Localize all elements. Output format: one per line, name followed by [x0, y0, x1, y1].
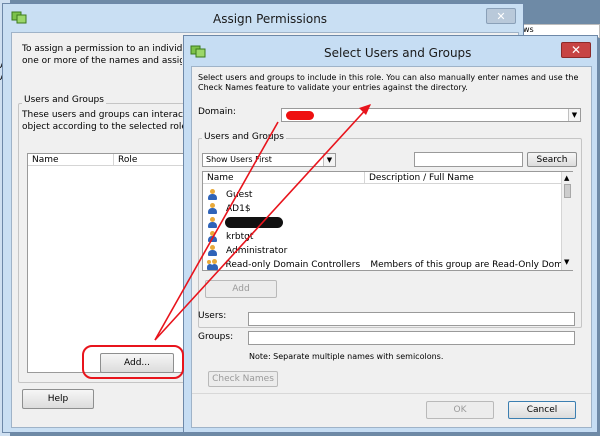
annotation-arrowhead	[359, 104, 371, 115]
annotation-arrow-line	[154, 104, 371, 341]
annotation-overlay	[82, 104, 371, 379]
annotation-line-to-domain	[154, 121, 279, 341]
annotation-highlight	[82, 345, 184, 379]
